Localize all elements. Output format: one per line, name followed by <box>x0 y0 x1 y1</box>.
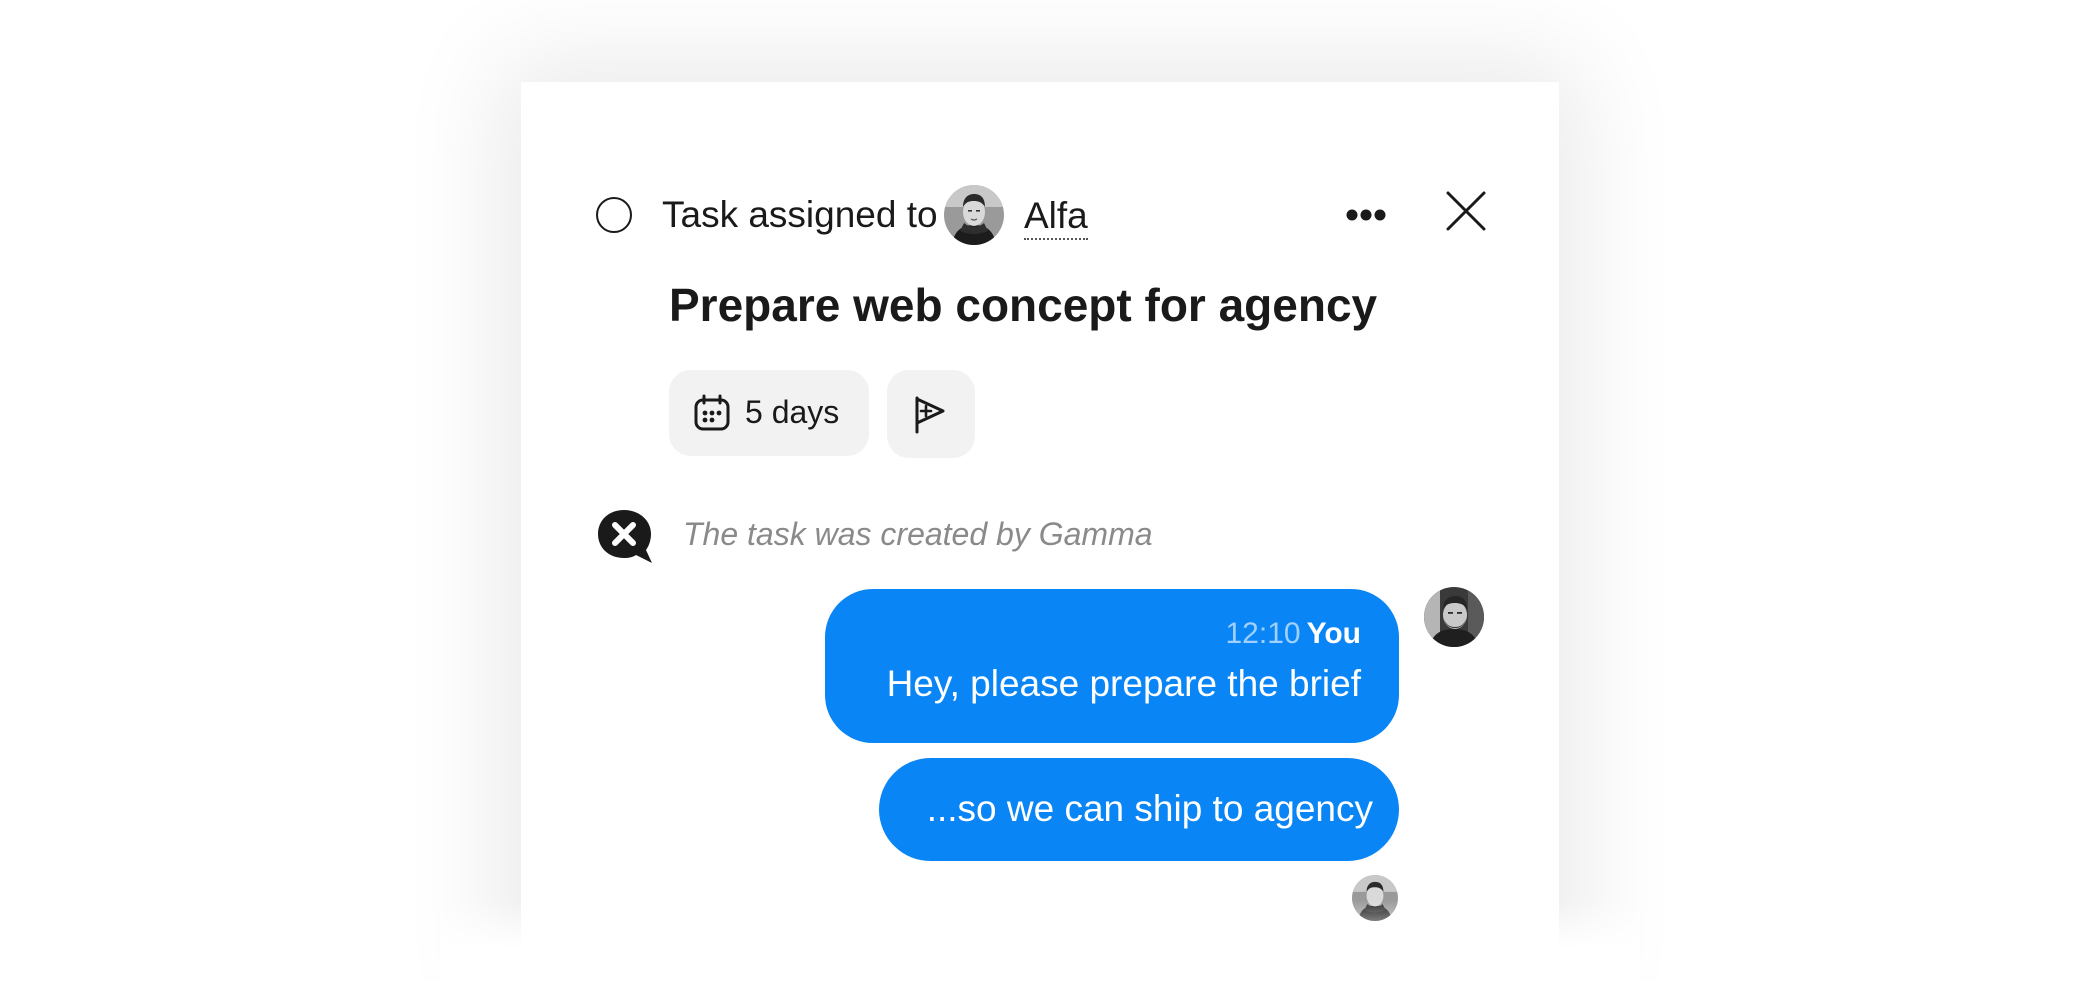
calendar-icon <box>694 394 730 431</box>
assignee-name-link[interactable]: Alfa <box>1024 194 1088 240</box>
task-panel: Task assigned to Alfa Prepare web concep… <box>521 82 1559 981</box>
bottom-fade <box>440 900 1640 981</box>
assignee-avatar[interactable] <box>944 185 1004 245</box>
assigned-label: Task assigned to <box>662 194 938 235</box>
activity-icon <box>598 510 652 563</box>
task-header: Task assigned to Alfa <box>596 180 1516 250</box>
sender-avatar[interactable] <box>1424 587 1484 647</box>
due-date-chip[interactable]: 5 days <box>669 370 869 456</box>
message-meta: 12:10 You <box>1225 617 1361 651</box>
message-bubble[interactable]: 12:10 You Hey, please prepare the brief <box>825 589 1399 743</box>
add-flag-button[interactable] <box>887 370 975 458</box>
status-circle-icon[interactable] <box>596 197 632 233</box>
due-date-label: 5 days <box>745 394 840 430</box>
task-title[interactable]: Prepare web concept for agency <box>669 278 1377 332</box>
flag-plus-icon <box>915 396 945 434</box>
more-icon[interactable] <box>1341 198 1391 232</box>
activity-created-text: The task was created by Gamma <box>683 516 1153 552</box>
message-text: ...so we can ship to agency <box>926 788 1373 829</box>
message-bubble[interactable]: ...so we can ship to agency <box>879 758 1399 861</box>
message-text: Hey, please prepare the brief <box>886 663 1361 704</box>
close-icon[interactable] <box>1441 186 1491 236</box>
message-time: 12:10 <box>1225 617 1301 650</box>
message-author: You <box>1306 617 1361 650</box>
